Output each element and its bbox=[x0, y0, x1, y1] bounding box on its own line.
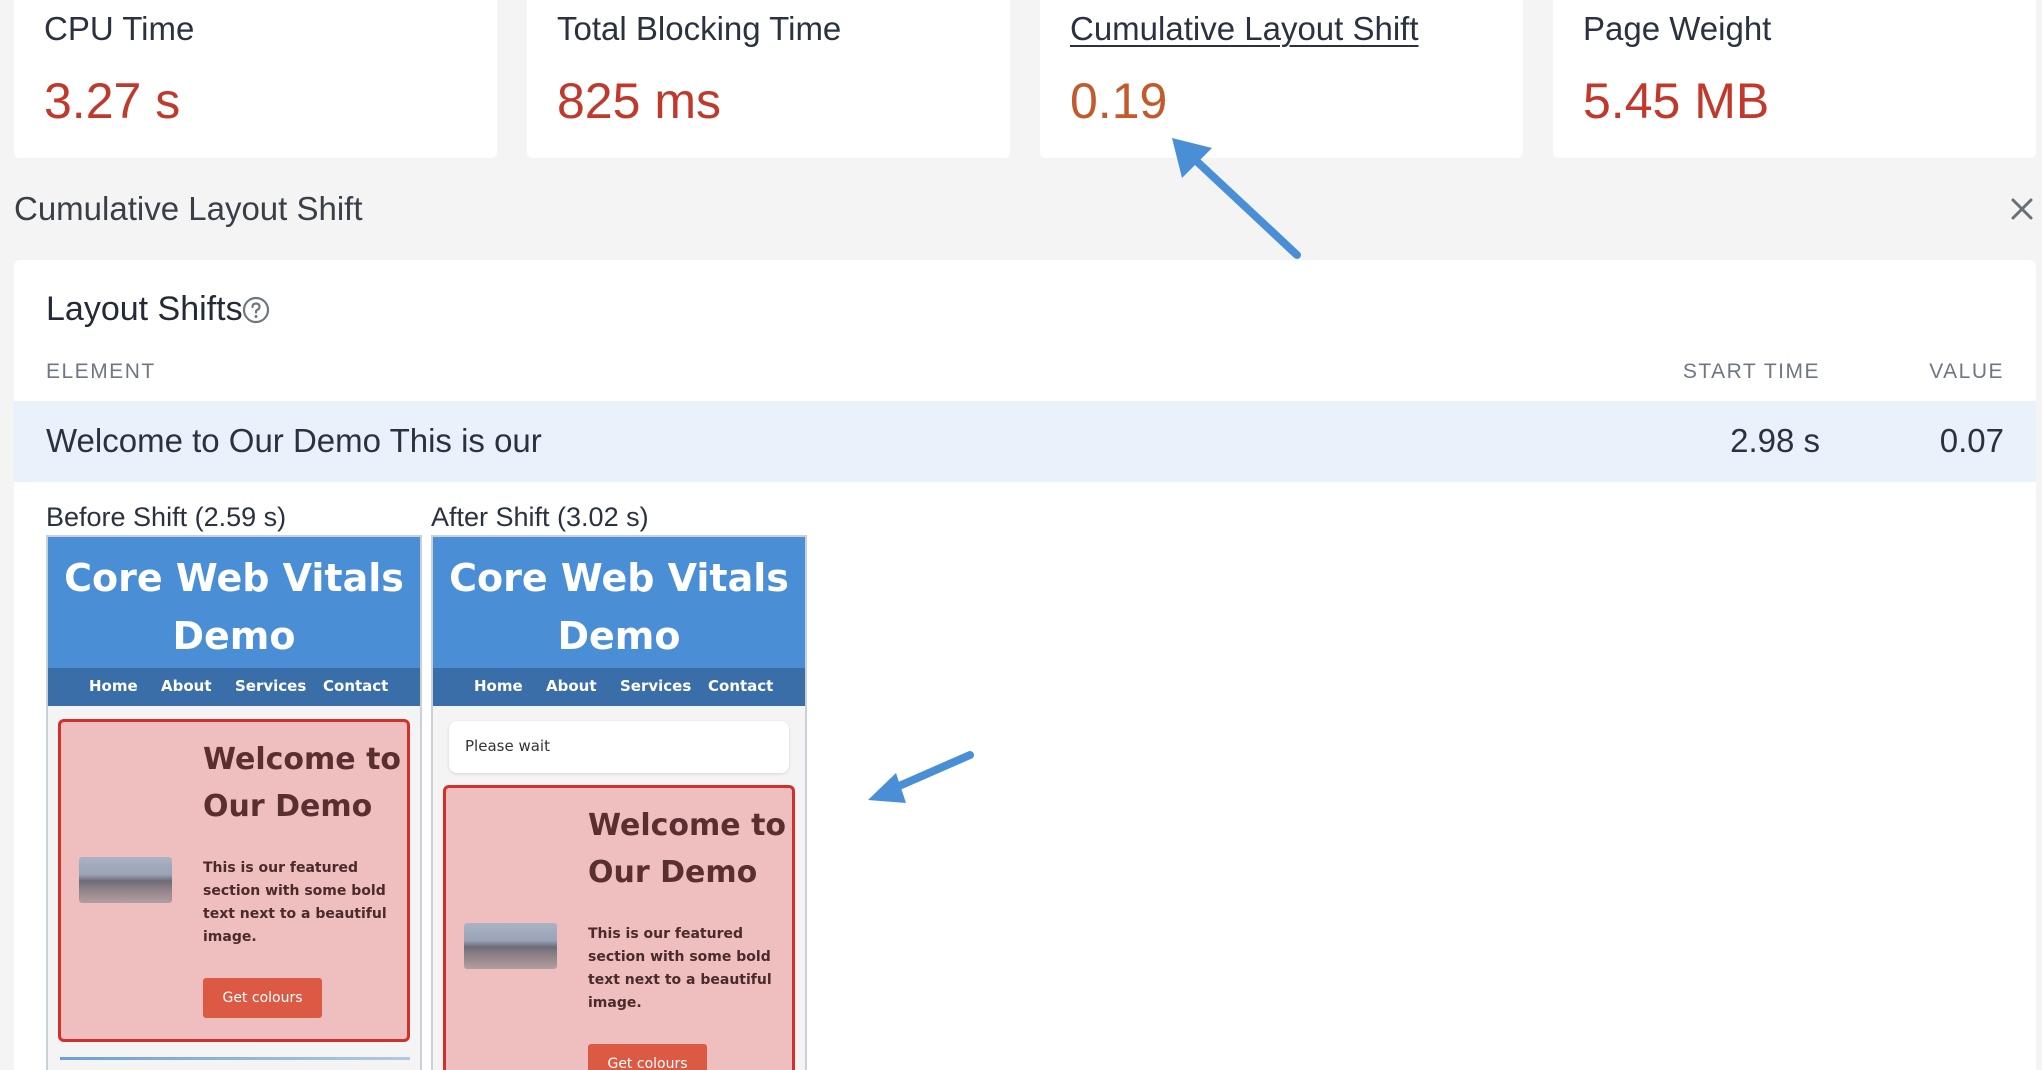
panel-title: Cumulative Layout Shift bbox=[14, 190, 363, 227]
demo-nav-item: Home bbox=[474, 677, 523, 695]
row-element: Welcome to Our Demo This is our bbox=[46, 422, 542, 459]
demo-image bbox=[79, 857, 172, 903]
demo-heading-line: Welcome to bbox=[203, 742, 402, 777]
demo-title-line: Core Web Vitals bbox=[64, 556, 404, 600]
demo-title-line: Core Web Vitals bbox=[449, 556, 789, 600]
column-header-element: ELEMENT bbox=[46, 360, 156, 383]
metric-card-page-weight[interactable]: Page Weight 5.45 MB bbox=[1553, 0, 2036, 158]
demo-text-line: text next to a beautiful bbox=[588, 972, 772, 988]
metric-card-cpu-time[interactable]: CPU Time 3.27 s bbox=[14, 0, 497, 158]
please-wait-banner: Please wait bbox=[449, 721, 789, 773]
demo-text-line: image. bbox=[203, 929, 257, 945]
demo-text-line: text next to a beautiful bbox=[203, 906, 387, 922]
row-value: 0.07 bbox=[1939, 422, 2004, 459]
column-header-start-time: START TIME bbox=[1682, 360, 1820, 383]
metric-value: 0.19 bbox=[1070, 73, 1168, 129]
demo-get-colours-button: Get colours bbox=[203, 978, 322, 1018]
metric-value: 3.27 s bbox=[44, 73, 181, 129]
demo-get-colours-button: Get colours bbox=[588, 1044, 707, 1070]
column-header-value: VALUE bbox=[1929, 360, 2004, 383]
demo-title-line: Demo bbox=[557, 614, 681, 658]
demo-text-line: section with some bold bbox=[203, 883, 386, 899]
metric-card-cumulative-layout-shift[interactable]: Cumulative Layout Shift 0.19 bbox=[1040, 0, 1523, 158]
metric-value: 825 ms bbox=[557, 73, 721, 129]
metrics-row: CPU Time 3.27 s Total Blocking Time 825 … bbox=[14, 0, 2042, 160]
metric-label: Total Blocking Time bbox=[557, 10, 842, 47]
demo-nav-item: Services bbox=[235, 677, 307, 695]
demo-nav: Home About Services Contact bbox=[433, 668, 805, 706]
shifted-element-highlight: Welcome to Our Demo This is our featured … bbox=[443, 785, 795, 1070]
metric-label: Page Weight bbox=[1583, 10, 1772, 47]
before-shift-caption: Before Shift (2.59 s) bbox=[46, 502, 287, 532]
before-shift-screenshot: Core Web Vitals Demo Home About Services … bbox=[46, 535, 422, 1070]
demo-nav-item: Contact bbox=[708, 677, 774, 695]
metric-card-total-blocking-time[interactable]: Total Blocking Time 825 ms bbox=[527, 0, 1010, 158]
demo-nav-item: About bbox=[546, 677, 597, 695]
demo-heading-line: Our Demo bbox=[588, 855, 758, 890]
demo-nav: Home About Services Contact bbox=[48, 668, 420, 706]
demo-title-line: Demo bbox=[172, 614, 296, 658]
table-row[interactable]: Welcome to Our Demo This is our 2.98 s 0… bbox=[14, 401, 2036, 482]
metric-value: 5.45 MB bbox=[1583, 73, 1770, 129]
demo-heading-line: Our Demo bbox=[203, 789, 373, 824]
demo-nav-item: Services bbox=[620, 677, 692, 695]
demo-header: Core Web Vitals Demo bbox=[433, 537, 805, 668]
row-start-time: 2.98 s bbox=[1730, 422, 1820, 459]
close-icon[interactable] bbox=[2006, 193, 2038, 225]
help-circle-icon[interactable] bbox=[242, 296, 270, 324]
shifted-element-highlight: Welcome to Our Demo This is our featured … bbox=[58, 719, 410, 1042]
demo-image bbox=[464, 923, 557, 969]
demo-header: Core Web Vitals Demo bbox=[48, 537, 420, 668]
demo-text-line: section with some bold bbox=[588, 949, 771, 965]
demo-divider bbox=[60, 1057, 410, 1060]
demo-text-line: image. bbox=[588, 995, 642, 1011]
layout-shifts-card: Layout Shifts ELEMENT START TIME VALUE W… bbox=[14, 260, 2036, 1070]
demo-nav-item: Home bbox=[89, 677, 138, 695]
demo-text-line: This is our featured bbox=[588, 926, 744, 942]
demo-text-line: This is our featured bbox=[203, 860, 359, 876]
demo-heading-line: Welcome to bbox=[588, 808, 787, 843]
please-wait-text: Please wait bbox=[465, 737, 550, 755]
metric-label: CPU Time bbox=[44, 10, 195, 47]
after-shift-screenshot: Core Web Vitals Demo Home About Services … bbox=[431, 535, 807, 1070]
after-shift-caption: After Shift (3.02 s) bbox=[431, 502, 649, 532]
demo-nav-item: Contact bbox=[323, 677, 389, 695]
card-title: Layout Shifts bbox=[46, 290, 243, 328]
metric-label-link[interactable]: Cumulative Layout Shift bbox=[1070, 10, 1419, 48]
demo-nav-item: About bbox=[161, 677, 212, 695]
